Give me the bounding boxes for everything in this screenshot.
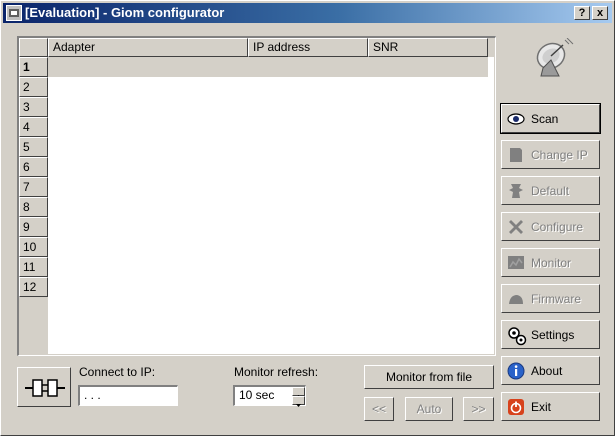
row-header[interactable]: 8 bbox=[19, 197, 48, 217]
configure-label: Configure bbox=[531, 220, 584, 234]
connect-to-ip-label: Connect to IP: bbox=[79, 365, 156, 379]
info-icon bbox=[507, 362, 525, 380]
row-header[interactable]: 6 bbox=[19, 157, 48, 177]
about-label: About bbox=[531, 364, 563, 378]
scan-button[interactable]: Scan bbox=[500, 103, 601, 134]
previous-button[interactable]: << bbox=[364, 397, 394, 421]
spin-up-button[interactable] bbox=[292, 387, 305, 398]
column-header-snr[interactable]: SNR bbox=[368, 38, 488, 57]
title-bar[interactable]: [Evaluation] - Giom configurator ? x bbox=[3, 3, 612, 23]
row-header[interactable]: 4 bbox=[19, 117, 48, 137]
main-window: [Evaluation] - Giom configurator ? x Ada… bbox=[0, 0, 615, 436]
configure-button[interactable]: Configure bbox=[501, 212, 600, 241]
tools-icon bbox=[507, 218, 525, 236]
settings-button[interactable]: Settings bbox=[501, 320, 600, 349]
change-ip-icon bbox=[507, 146, 525, 164]
refresh-interval-value: 10 sec bbox=[239, 388, 275, 402]
default-button[interactable]: Default bbox=[501, 176, 600, 205]
scan-label: Scan bbox=[531, 112, 559, 126]
selected-row[interactable] bbox=[48, 57, 488, 77]
about-button[interactable]: About bbox=[501, 356, 600, 385]
window-title: [Evaluation] - Giom configurator bbox=[25, 5, 225, 20]
plug-icon bbox=[25, 374, 65, 405]
grid-body[interactable] bbox=[48, 57, 494, 354]
app-icon bbox=[6, 5, 22, 21]
exit-label: Exit bbox=[531, 400, 552, 414]
row-header[interactable]: 12 bbox=[19, 277, 48, 297]
firmware-icon bbox=[507, 290, 525, 308]
exit-button[interactable]: Exit bbox=[501, 392, 600, 421]
default-icon bbox=[507, 182, 525, 200]
monitor-button[interactable]: Monitor bbox=[501, 248, 600, 277]
monitor-from-file-button[interactable]: Monitor from file bbox=[364, 365, 494, 389]
row-header[interactable]: 2 bbox=[19, 77, 48, 97]
monitor-icon bbox=[507, 254, 525, 272]
spin-down-button[interactable] bbox=[292, 396, 305, 407]
ip-address-field[interactable]: . . . bbox=[78, 385, 178, 406]
settings-label: Settings bbox=[531, 328, 575, 342]
column-header-ip[interactable]: IP address bbox=[248, 38, 368, 57]
row-header[interactable]: 3 bbox=[19, 97, 48, 117]
close-button[interactable]: x bbox=[592, 6, 608, 20]
row-header[interactable]: 1 bbox=[19, 57, 48, 77]
grid-corner bbox=[19, 38, 48, 57]
firmware-button[interactable]: Firmware bbox=[501, 284, 600, 313]
default-label: Default bbox=[531, 184, 570, 198]
help-button[interactable]: ? bbox=[574, 6, 590, 20]
row-header[interactable]: 9 bbox=[19, 217, 48, 237]
power-icon bbox=[507, 398, 525, 416]
monitor-label: Monitor bbox=[531, 256, 572, 270]
row-header[interactable]: 10 bbox=[19, 237, 48, 257]
monitor-refresh-label: Monitor refresh: bbox=[234, 365, 319, 379]
auto-button[interactable]: Auto bbox=[405, 397, 453, 421]
refresh-interval-field[interactable]: 10 sec bbox=[233, 385, 306, 407]
gears-icon bbox=[507, 326, 527, 346]
row-header[interactable]: 11 bbox=[19, 257, 48, 277]
eye-icon bbox=[507, 110, 525, 128]
change-ip-button[interactable]: Change IP bbox=[501, 140, 600, 169]
row-header[interactable]: 7 bbox=[19, 177, 48, 197]
satellite-dish-icon bbox=[529, 37, 575, 80]
row-header[interactable]: 5 bbox=[19, 137, 48, 157]
connect-button[interactable] bbox=[17, 367, 71, 407]
next-button[interactable]: >> bbox=[463, 397, 494, 421]
column-header-adapter[interactable]: Adapter bbox=[48, 38, 248, 57]
firmware-label: Firmware bbox=[531, 292, 581, 306]
change-ip-label: Change IP bbox=[531, 148, 588, 162]
adapter-grid[interactable]: Adapter IP address SNR 1 2 3 4 5 6 7 8 9 10 11 12 bbox=[17, 36, 496, 356]
